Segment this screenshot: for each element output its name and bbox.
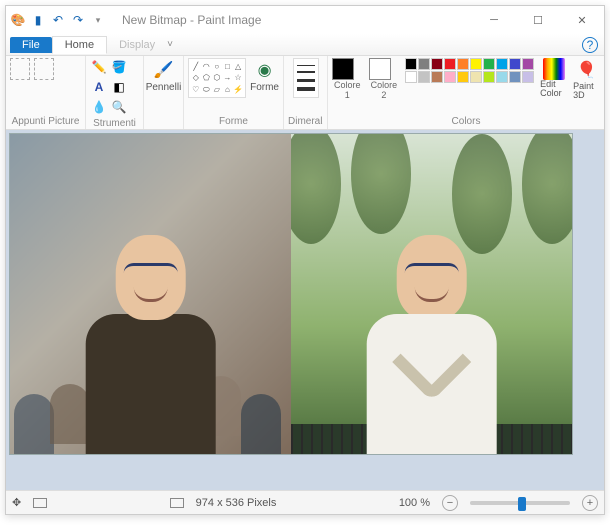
- clipboard-label: Appunti: [12, 116, 46, 127]
- pencil-tool[interactable]: ✏️: [90, 58, 108, 76]
- palette-swatch[interactable]: [522, 58, 534, 70]
- palette-swatch[interactable]: [522, 71, 534, 83]
- help-icon[interactable]: ?: [582, 37, 598, 53]
- fill-tool[interactable]: 🪣: [110, 58, 128, 76]
- text-tool[interactable]: A: [90, 78, 108, 96]
- balloon-icon: 🎈: [575, 58, 599, 82]
- color-1-label: Colore 1: [332, 80, 363, 100]
- title-bar: 🎨 ▮ ↶ ↷ ▾ New Bitmap - Paint Image ─ ☐ ✕: [6, 6, 604, 34]
- palette-swatch[interactable]: [496, 71, 508, 83]
- ribbon-tabs: File Home Display ˅ ?: [6, 34, 604, 56]
- save-icon[interactable]: ▮: [30, 12, 46, 28]
- close-button[interactable]: ✕: [564, 8, 600, 32]
- canvas-background: [6, 130, 604, 490]
- edit-with-button[interactable]: 🎈 Paint 3D: [573, 58, 600, 100]
- brush-icon: 🖌️: [152, 58, 176, 82]
- group-brushes: 🖌️ Pennelli: [144, 56, 184, 129]
- group-clipboard: Appunti Picture: [6, 56, 86, 129]
- zoom-in-button[interactable]: +: [582, 495, 598, 511]
- colors-group-label: Colors: [332, 114, 600, 127]
- palette-swatch[interactable]: [418, 58, 430, 70]
- shapes-gallery[interactable]: ╱◠○□△ ◇⬠⬡→☆ ♡⬭▱⌂⚡: [188, 58, 246, 98]
- canvas-size-icon: [170, 498, 184, 508]
- palette-swatch[interactable]: [405, 71, 417, 83]
- magnifier-tool[interactable]: 🔍: [110, 98, 128, 116]
- palette-swatch[interactable]: [444, 71, 456, 83]
- palette-swatch[interactable]: [444, 58, 456, 70]
- tab-display[interactable]: Display: [107, 37, 167, 53]
- eraser-tool[interactable]: ◧: [110, 78, 128, 96]
- group-colors: Colore 1 Colore 2 Edit Color 🎈 Paint 3D …: [328, 56, 604, 129]
- canvas[interactable]: [10, 134, 572, 454]
- palette-swatch[interactable]: [431, 71, 443, 83]
- palette-swatch[interactable]: [470, 71, 482, 83]
- collapse-ribbon-icon[interactable]: ˅: [167, 39, 173, 50]
- select-button[interactable]: [34, 58, 54, 80]
- zoom-slider[interactable]: [470, 501, 570, 505]
- window-controls: ─ ☐ ✕: [476, 8, 600, 32]
- edit-color-label: Edit Color: [540, 80, 567, 98]
- tab-home[interactable]: Home: [52, 36, 107, 54]
- edit-colors-button[interactable]: Edit Color: [540, 58, 567, 98]
- shapes-btn-label: Forme: [250, 82, 279, 93]
- palette-swatch[interactable]: [509, 58, 521, 70]
- selection-size-icon: [33, 498, 47, 508]
- brushes-label: Pennelli: [146, 82, 182, 93]
- color-picker-tool[interactable]: 💧: [90, 98, 108, 116]
- person-right: [347, 215, 516, 454]
- undo-icon[interactable]: ↶: [50, 12, 66, 28]
- group-tools: ✏️ 🪣 A ◧ 💧 🔍 Strumenti: [86, 56, 144, 129]
- image-right: [291, 134, 572, 454]
- tools-label: Strumenti: [90, 116, 139, 127]
- color-2-swatch[interactable]: [369, 58, 391, 80]
- redo-icon[interactable]: ↷: [70, 12, 86, 28]
- palette-swatch[interactable]: [509, 71, 521, 83]
- brushes-button[interactable]: 🖌️ Pennelli: [146, 58, 182, 93]
- minimize-button[interactable]: ─: [476, 8, 512, 32]
- palette-swatch[interactable]: [483, 71, 495, 83]
- color-2-label: Colore 2: [369, 80, 400, 100]
- app-icon: 🎨: [10, 12, 26, 28]
- size-dropdown[interactable]: [293, 58, 319, 98]
- canvas-dimensions: 974 x 536 Pixels: [196, 497, 277, 509]
- image-left: [10, 134, 291, 454]
- picture-label: Picture: [48, 116, 79, 127]
- paint-window: 🎨 ▮ ↶ ↷ ▾ New Bitmap - Paint Image ─ ☐ ✕…: [5, 5, 605, 515]
- color-1-swatch[interactable]: [332, 58, 354, 80]
- cursor-position-icon: ✥: [12, 496, 21, 509]
- palette-swatch[interactable]: [457, 58, 469, 70]
- palette-swatch[interactable]: [405, 58, 417, 70]
- tab-file[interactable]: File: [10, 37, 52, 53]
- size-label: Dimeralzini: [288, 114, 323, 127]
- person-left: [66, 215, 235, 454]
- palette-swatch[interactable]: [470, 58, 482, 70]
- zoom-level: 100 %: [399, 497, 430, 509]
- group-shapes: ╱◠○□△ ◇⬠⬡→☆ ♡⬭▱⌂⚡ ◉ Forme Forme: [184, 56, 284, 129]
- shapes-group-label: Forme: [188, 114, 279, 127]
- color-palette: [405, 58, 534, 83]
- clipboard-icon: [10, 58, 30, 80]
- qat-dropdown-icon[interactable]: ▾: [90, 12, 106, 28]
- palette-swatch[interactable]: [457, 71, 469, 83]
- shapes-icon: ◉: [253, 58, 277, 82]
- zoom-thumb[interactable]: [518, 497, 526, 511]
- spectrum-icon: [543, 58, 565, 80]
- shapes-dropdown[interactable]: ◉ Forme: [250, 58, 279, 93]
- ribbon: Appunti Picture ✏️ 🪣 A ◧ 💧 🔍 Strumenti 🖌…: [6, 56, 604, 130]
- quick-access-toolbar: 🎨 ▮ ↶ ↷ ▾: [10, 12, 106, 28]
- window-title: New Bitmap - Paint Image: [122, 13, 476, 27]
- palette-swatch[interactable]: [431, 58, 443, 70]
- status-bar: ✥ 974 x 536 Pixels 100 % − +: [6, 490, 604, 514]
- zoom-out-button[interactable]: −: [442, 495, 458, 511]
- maximize-button[interactable]: ☐: [520, 8, 556, 32]
- paint3d-label: Paint 3D: [573, 82, 600, 100]
- palette-swatch[interactable]: [496, 58, 508, 70]
- group-size: Dimeralzini: [284, 56, 328, 129]
- palette-swatch[interactable]: [418, 71, 430, 83]
- palette-swatch[interactable]: [483, 58, 495, 70]
- paste-button[interactable]: [10, 58, 30, 80]
- select-icon: [34, 58, 54, 80]
